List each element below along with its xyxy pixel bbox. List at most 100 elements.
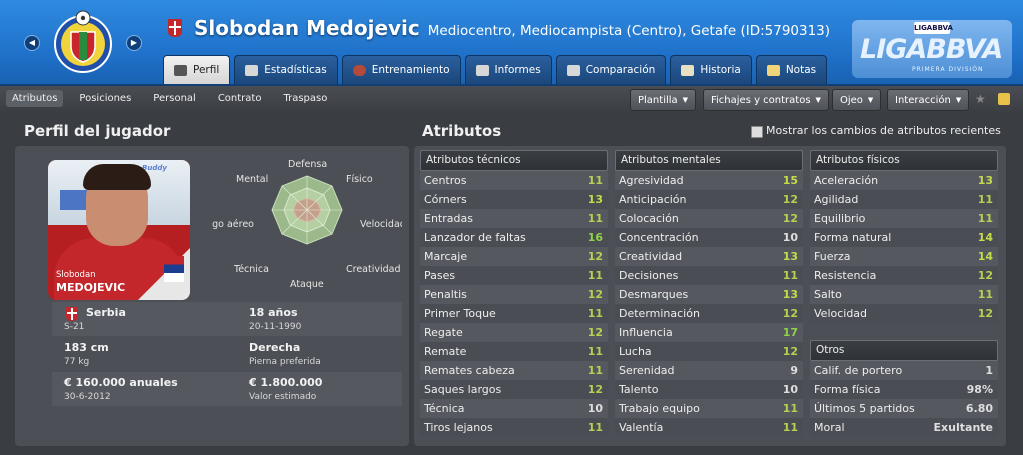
attribute-row[interactable]: Desmarques 13 [615,285,803,304]
attribute-row[interactable]: Calif. de portero 1 [810,361,998,380]
attribute-value: 12 [782,345,798,358]
attribute-row[interactable]: Decisiones 11 [615,266,803,285]
plantilla-dropdown[interactable]: Plantilla ▼ [630,89,697,111]
dropdown-label: Plantilla [638,94,678,106]
attribute-name: Agilidad [814,193,859,206]
attribute-row[interactable]: Agresividad 15 [615,171,803,190]
attribute-row[interactable]: Técnica 10 [420,399,608,418]
chevron-down-icon: ▼ [682,96,689,104]
tab-informes[interactable]: Informes [464,55,552,84]
attribute-value: 11 [782,421,798,434]
sub-toolbar: Atributos Posiciones Personal Contrato T… [0,86,1023,112]
attribute-row[interactable]: Entradas 11 [420,209,608,228]
attribute-value: Exultante [933,421,993,434]
attribute-row[interactable]: Agilidad 11 [810,190,998,209]
liga-logo-text: LIGABBVA [860,34,1003,65]
attribute-row[interactable]: Remate 11 [420,342,608,361]
attribute-row[interactable]: Forma física 98% [810,380,998,399]
show-changes-label[interactable]: Mostrar los cambios de atributos recient… [766,124,1001,137]
attribute-name: Equilibrio [814,212,866,225]
serbia-flag-icon [168,19,182,37]
attribute-row[interactable]: Determinación 12 [615,304,803,323]
attribute-row[interactable]: Últimos 5 partidos 6.80 [810,399,998,418]
attribute-row[interactable]: Velocidad 12 [810,304,998,323]
attribute-row[interactable]: Lucha 12 [615,342,803,361]
attribute-value: 11 [977,193,993,206]
market-value-label: Valor estimado [249,392,317,402]
attribute-row[interactable]: Regate 12 [420,323,608,342]
attribute-row[interactable]: Trabajo equipo 11 [615,399,803,418]
serbia-flag-icon [164,256,184,282]
attribute-row[interactable]: Córners 13 [420,190,608,209]
attribute-row[interactable]: Moral Exultante [810,418,998,437]
attribute-name: Trabajo equipo [619,402,700,415]
tab-comparacion[interactable]: Comparación [555,55,667,84]
attribute-name: Tiros lejanos [424,421,493,434]
attribute-row[interactable]: Influencia 17 [615,323,803,342]
attribute-value: 13 [587,193,603,206]
attribute-name: Concentración [619,231,699,244]
attribute-value: 12 [782,212,798,225]
tab-estadisticas[interactable]: Estadísticas [234,55,338,84]
attribute-row[interactable]: Valentía 11 [615,418,803,437]
attribute-row[interactable]: Centros 11 [420,171,608,190]
ojeo-dropdown[interactable]: Ojeo ▼ [832,89,882,111]
tab-label: Informes [494,64,541,76]
tab-notas[interactable]: Notas [755,55,828,84]
dropdown-label: Interacción [895,94,951,106]
attribute-name: Salto [814,288,842,301]
tab-historia[interactable]: Historia [670,55,752,84]
attribute-name: Desmarques [619,288,689,301]
market-value: € 1.800.000 [249,376,323,389]
photo-last-name: MEDOJEVIC [56,281,126,294]
attribute-name: Marcaje [424,250,468,263]
favorite-star-icon[interactable]: ★ [975,92,986,106]
attribute-row[interactable]: Resistencia 12 [810,266,998,285]
attribute-row[interactable]: Marcaje 12 [420,247,608,266]
attribute-row[interactable]: Penaltis 12 [420,285,608,304]
player-photo: Buddy Slobodan MEDOJEVIC [48,160,190,300]
interaccion-dropdown[interactable]: Interacción ▼ [887,89,970,111]
getafe-crest-icon[interactable] [50,8,116,74]
attribute-value: 11 [587,212,603,225]
show-changes-checkbox[interactable] [751,126,763,138]
attribute-row[interactable]: Pases 11 [420,266,608,285]
previous-player-button[interactable]: ◀ [24,35,40,51]
subnav-traspaso[interactable]: Traspaso [277,90,333,107]
tab-perfil[interactable]: Perfil [163,55,231,84]
attribute-row[interactable]: Colocación 12 [615,209,803,228]
attribute-value: 12 [782,307,798,320]
attribute-row[interactable]: Salto 11 [810,285,998,304]
attribute-row[interactable]: Aceleración 13 [810,171,998,190]
player-name: Slobodan Medojevic [194,16,420,40]
tab-entrenamiento[interactable]: Entrenamiento [341,55,461,84]
dropdown-label: Fichajes y contratos [711,94,811,106]
attribute-row[interactable]: Equilibrio 11 [810,209,998,228]
attribute-value: 9 [790,364,798,377]
birthdate-value: 20-11-1990 [249,322,302,332]
subnav-posiciones[interactable]: Posiciones [73,90,137,107]
other-rows: Calif. de portero 1 Forma física 98% Últimos… [810,361,998,437]
attribute-row[interactable]: Anticipación 12 [615,190,803,209]
attribute-row[interactable]: Saques largos 12 [420,380,608,399]
subnav-atributos[interactable]: Atributos [6,90,64,107]
attribute-row[interactable]: Lanzador de faltas 16 [420,228,608,247]
attributes-section-title: Atributos [422,122,502,140]
attribute-row[interactable]: Creatividad 13 [615,247,803,266]
attribute-row[interactable]: Primer Toque 11 [420,304,608,323]
attribute-row[interactable]: Serenidad 9 [615,361,803,380]
nationality-sub: S-21 [64,322,85,332]
attribute-row[interactable]: Fuerza 14 [810,247,998,266]
attribute-row[interactable]: Concentración 10 [615,228,803,247]
edit-icon[interactable] [998,93,1010,105]
attribute-row[interactable]: Talento 10 [615,380,803,399]
attribute-row[interactable]: Tiros lejanos 11 [420,418,608,437]
attribute-row[interactable]: Forma natural 14 [810,228,998,247]
subnav-personal[interactable]: Personal [147,90,202,107]
attribute-row[interactable]: Remates cabeza 11 [420,361,608,380]
subnav-contrato[interactable]: Contrato [212,90,268,107]
next-player-button[interactable]: ▶ [126,35,142,51]
attribute-name: Regate [424,326,463,339]
fichajes-dropdown[interactable]: Fichajes y contratos ▼ [703,89,829,111]
attribute-value: 12 [587,250,603,263]
